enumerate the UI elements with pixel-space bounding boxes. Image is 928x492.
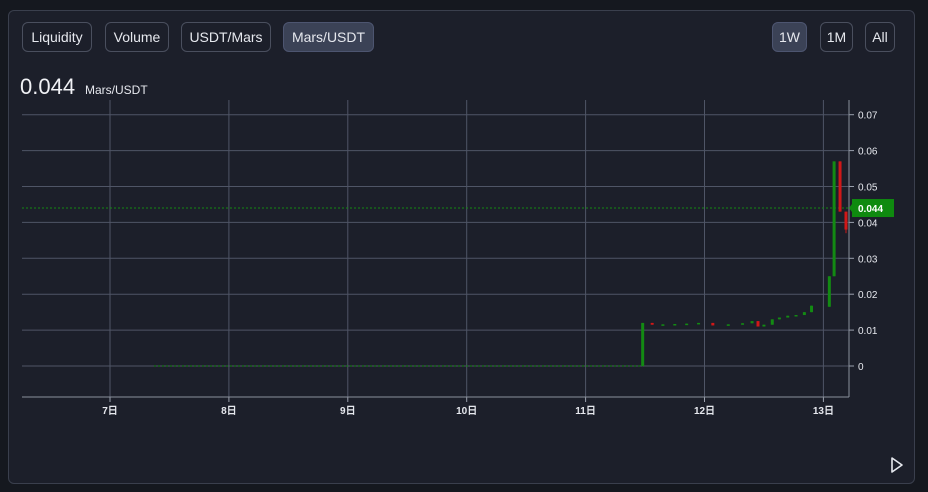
- candle-body: [685, 323, 689, 326]
- candle-body: [641, 322, 645, 366]
- candle-body: [770, 319, 774, 325]
- candle-body: [673, 323, 677, 326]
- candle-body: [777, 317, 781, 320]
- candle-body: [750, 321, 754, 324]
- play-icon[interactable]: [889, 456, 905, 474]
- y-tick-label: 0.04: [858, 218, 878, 229]
- y-tick-label: 0.02: [858, 290, 878, 301]
- y-tick-label: 0.07: [858, 111, 878, 122]
- candle-body: [711, 322, 715, 326]
- y-tick-label: 0.06: [858, 147, 878, 158]
- candle-body: [827, 276, 831, 307]
- y-tick-label: 0.01: [858, 326, 878, 337]
- x-tick-label: 11日: [575, 405, 596, 417]
- x-tick-label: 7日: [102, 405, 118, 417]
- y-tick-label: 0: [858, 362, 864, 373]
- candle-body: [838, 161, 842, 212]
- candle-body: [661, 324, 665, 326]
- x-tick-label: 10日: [456, 405, 477, 417]
- y-tick-label: 0.05: [858, 183, 878, 194]
- candle-body: [794, 315, 798, 317]
- x-tick-label: 8日: [221, 405, 237, 417]
- x-tick-label: 9日: [340, 405, 356, 417]
- candle-body: [802, 312, 806, 316]
- candle-body: [844, 211, 848, 230]
- price-tag-label: 0.044: [858, 204, 883, 215]
- x-tick-label: 12日: [694, 405, 715, 417]
- candle-body: [726, 324, 730, 326]
- candle-body: [697, 322, 701, 325]
- candle-body: [786, 315, 790, 318]
- candle-body: [741, 323, 745, 325]
- candle-body: [756, 321, 760, 327]
- y-tick-label: 0.03: [858, 254, 878, 265]
- candle-body: [650, 322, 654, 325]
- candle-body: [810, 305, 814, 313]
- x-tick-label: 13日: [813, 405, 834, 417]
- candle-body: [762, 324, 766, 327]
- price-chart[interactable]: 0.07 0.06 0.05 0.04 0.03 0.02 0.01 0 7日 8日 9日 10日 11…: [0, 0, 928, 492]
- candle-body: [832, 161, 836, 277]
